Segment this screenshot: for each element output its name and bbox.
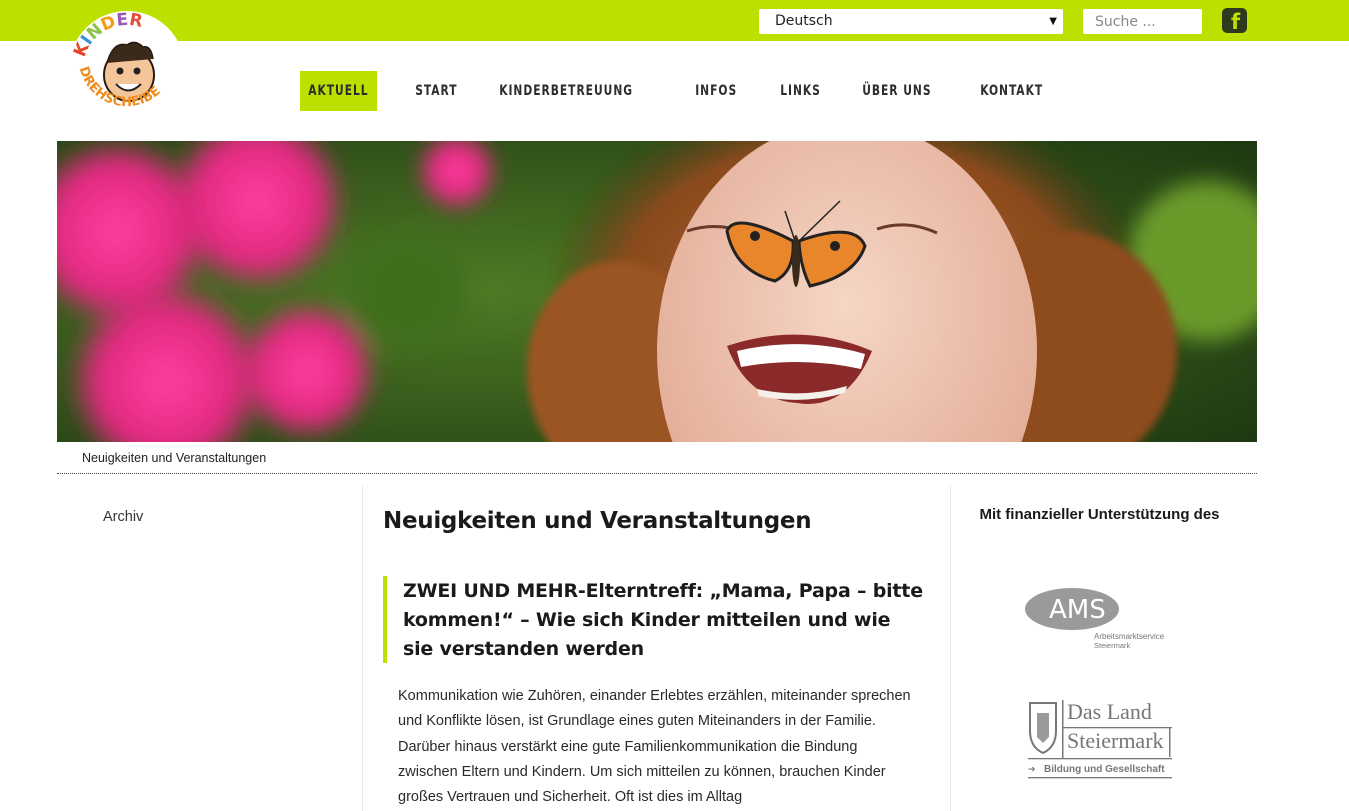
search-input[interactable] (1083, 9, 1202, 34)
land-steiermark-logo[interactable]: Das Land Steiermark ➔ Bildung und Gesell… (1026, 697, 1176, 789)
facebook-icon[interactable]: f (1222, 8, 1247, 34)
article-body: Kommunikation wie Zuhören, einander Erle… (398, 688, 911, 806)
hero-image (57, 141, 1257, 442)
article-accent-bar (383, 576, 387, 663)
ams-logo-sub2: Steiermark (1094, 641, 1131, 650)
language-select-value: Deutsch (775, 13, 833, 29)
language-select[interactable]: Deutsch ▼ (759, 9, 1063, 34)
nav-item-start[interactable]: START (407, 71, 466, 111)
ams-logo[interactable]: AMS Arbeitsmarktservice Steiermark (1024, 587, 1179, 657)
nav-item-links[interactable]: LINKS (772, 71, 829, 111)
land-logo-line3: Bildung und Gesellschaft (1044, 764, 1165, 775)
main-nav: AKTUELL START KINDERBETREUUNG INFOS LINK… (300, 71, 1081, 111)
sidebar-item-archiv[interactable]: Archiv (103, 509, 143, 525)
ams-logo-sub1: Arbeitsmarktservice (1094, 632, 1165, 641)
logo[interactable]: KINDER DREHSCHEIBE (69, 11, 185, 127)
support-heading: Mit finanzieller Unterstützung des (979, 506, 1220, 523)
nav-item-infos[interactable]: INFOS (687, 71, 745, 111)
nav-item-aktuell[interactable]: AKTUELL (300, 71, 377, 111)
ams-logo-text: AMS (1049, 595, 1106, 625)
chevron-down-icon: ▼ (1049, 16, 1057, 27)
column-divider (950, 486, 951, 811)
page-title: Neuigkeiten und Veranstaltungen (383, 508, 812, 534)
nav-item-kontakt[interactable]: KONTAKT (972, 71, 1051, 111)
column-divider (362, 486, 363, 811)
nav-item-ueber-uns[interactable]: ÜBER UNS (854, 71, 940, 111)
svg-text:➔: ➔ (1028, 765, 1036, 775)
land-logo-line2: Steiermark (1067, 728, 1164, 753)
breadcrumb[interactable]: Neuigkeiten und Veranstaltungen (82, 451, 266, 465)
divider (57, 473, 1257, 474)
land-logo-line1: Das Land (1067, 699, 1152, 724)
article-title[interactable]: ZWEI UND MEHR-Elterntreff: „Mama, Papa –… (403, 577, 923, 664)
nav-item-kinderbetreuung[interactable]: KINDERBETREUUNG (491, 71, 641, 111)
